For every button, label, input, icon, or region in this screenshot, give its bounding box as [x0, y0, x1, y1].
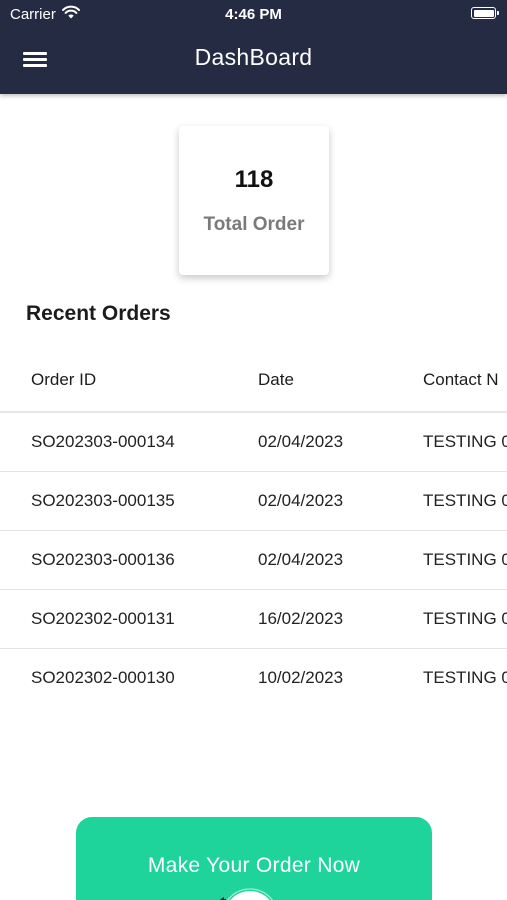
status-bar: Carrier 4:46 PM [0, 0, 507, 28]
order-contact: TESTING 0 [423, 550, 507, 569]
page-title: DashBoard [194, 44, 313, 70]
order-illustration-icon [219, 888, 273, 900]
recent-orders-table: Order ID Date Contact N SO202303-000134 … [0, 350, 507, 708]
order-date: 02/04/2023 [258, 550, 344, 569]
order-id: SO202302-000131 [31, 609, 175, 628]
order-contact: TESTING 0 [423, 609, 507, 628]
status-time: 4:46 PM [225, 6, 282, 23]
order-date: 16/02/2023 [258, 609, 344, 628]
total-order-label: Total Order [203, 214, 305, 235]
table-row[interactable]: SO202302-000130 10/02/2023 TESTING 0 [0, 649, 507, 708]
order-date: 02/04/2023 [258, 491, 344, 510]
order-id: SO202302-000130 [31, 668, 175, 687]
column-header-order-id: Order ID [31, 370, 97, 389]
order-id: SO202303-000136 [31, 550, 175, 569]
order-date: 02/04/2023 [258, 432, 344, 451]
order-date: 10/02/2023 [258, 668, 344, 687]
table-header: Order ID Date Contact N [0, 350, 507, 413]
table-row[interactable]: SO202302-000131 16/02/2023 TESTING 0 [0, 590, 507, 649]
app-header: Carrier 4:46 PM DashBoard [0, 0, 507, 94]
make-order-button[interactable]: Make Your Order Now [76, 817, 432, 900]
order-id: SO202303-000135 [31, 491, 175, 510]
table-row[interactable]: SO202303-000135 02/04/2023 TESTING 0 [0, 472, 507, 531]
total-order-card[interactable]: 118 Total Order [179, 126, 329, 275]
battery-icon [471, 7, 499, 19]
order-contact: TESTING 0 [423, 491, 507, 510]
make-order-button-label: Make Your Order Now [147, 854, 361, 877]
table-row[interactable]: SO202303-000134 02/04/2023 TESTING 0 [0, 413, 507, 472]
order-contact: TESTING 0 [423, 668, 507, 687]
column-header-contact: Contact N [423, 370, 499, 389]
table-row[interactable]: SO202303-000136 02/04/2023 TESTING 0 [0, 531, 507, 590]
column-header-date: Date [258, 370, 294, 389]
order-id: SO202303-000134 [31, 432, 175, 451]
order-contact: TESTING 0 [423, 432, 507, 451]
recent-orders-title: Recent Orders [26, 302, 171, 325]
total-order-value: 118 [234, 166, 274, 193]
